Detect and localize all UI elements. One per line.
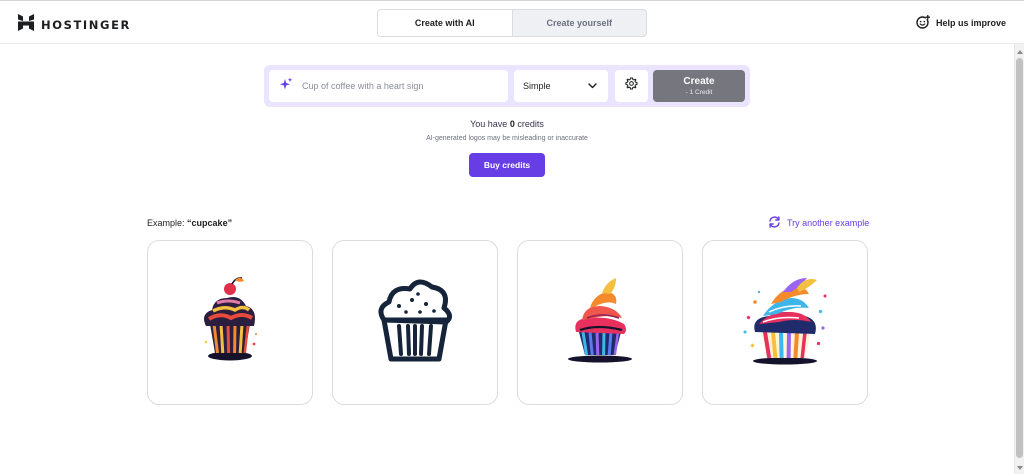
tab-create-yourself[interactable]: Create yourself — [513, 10, 647, 36]
refresh-icon — [768, 216, 781, 230]
example-label-prefix: Example: — [147, 218, 185, 228]
ai-disclaimer: AI-generated logos may be misleading or … — [426, 135, 588, 142]
cupcake-outline-logo-icon — [374, 274, 456, 371]
cupcake-colorful-logo-icon — [739, 272, 831, 373]
prompt-input[interactable] — [302, 81, 492, 91]
chevron-down-icon — [588, 81, 597, 91]
credits-prefix: You have — [470, 119, 508, 129]
hostinger-logo[interactable]: HOSTINGER — [18, 14, 131, 36]
credits-count: 0 — [509, 119, 515, 129]
help-us-improve-button[interactable]: Help us improve — [916, 14, 1006, 31]
credits-suffix: credits — [517, 119, 544, 129]
example-logo-card-3[interactable] — [517, 240, 683, 405]
style-select[interactable]: Simple — [514, 70, 608, 102]
try-another-example-label: Try another example — [787, 218, 870, 228]
prompt-input-wrapper[interactable] — [269, 70, 508, 102]
logo-prompt-bar: Simple Create - 1 Credit — [264, 65, 750, 107]
cupcake-swirl-logo-icon — [564, 274, 636, 371]
create-button-label: Create — [683, 75, 715, 87]
hostinger-logo-icon — [18, 14, 34, 36]
ai-sparkle-icon — [279, 77, 293, 96]
example-label: Example: “cupcake” — [147, 218, 232, 228]
credits-status: You have 0 credits — [0, 119, 1014, 129]
top-navigation-bar: HOSTINGER Create with AI Create yourself… — [0, 0, 1024, 44]
brand-name: HOSTINGER — [41, 18, 131, 32]
buy-credits-button[interactable]: Buy credits — [469, 153, 545, 177]
smiley-feedback-icon — [916, 14, 931, 31]
example-logo-card-4[interactable] — [702, 240, 868, 405]
help-us-improve-label: Help us improve — [935, 18, 1006, 28]
tab-create-with-ai[interactable]: Create with AI — [378, 10, 513, 36]
try-another-example-button[interactable]: Try another example — [768, 216, 869, 230]
create-button-cost: - 1 Credit — [685, 88, 713, 96]
example-logo-card-2[interactable] — [332, 240, 498, 405]
gear-icon — [625, 77, 638, 95]
style-select-value: Simple — [523, 81, 551, 91]
scroll-up-arrow-icon[interactable] — [1017, 50, 1023, 54]
create-button[interactable]: Create - 1 Credit — [653, 70, 745, 102]
mode-switch: Create with AI Create yourself — [377, 9, 647, 37]
page-scrollbar[interactable] — [1014, 44, 1024, 474]
example-keyword: “cupcake” — [187, 218, 233, 228]
example-logo-card-1[interactable] — [147, 240, 313, 405]
cupcake-cherry-logo-icon — [194, 274, 266, 371]
settings-button[interactable] — [615, 70, 648, 102]
scrollbar-thumb[interactable] — [1016, 58, 1023, 458]
scroll-down-arrow-icon[interactable] — [1017, 466, 1023, 470]
